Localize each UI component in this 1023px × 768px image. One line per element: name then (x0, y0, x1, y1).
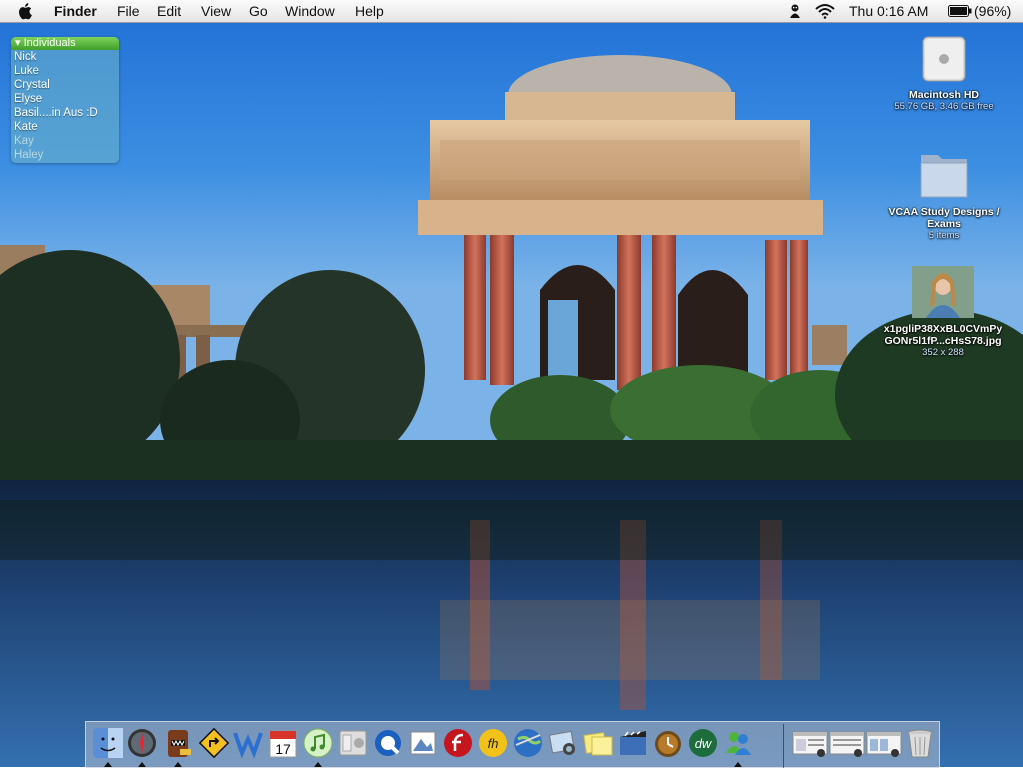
buddy-item[interactable]: Basil....in Aus :D (11, 106, 119, 120)
apple-menu-icon[interactable] (18, 2, 34, 20)
desktop-icon-macintosh-hd[interactable]: Macintosh HD 55.76 GB, 3.46 GB free (880, 34, 1008, 113)
road-sign-icon[interactable] (198, 727, 230, 759)
menu-go[interactable]: Go (249, 2, 268, 20)
running-indicator (174, 762, 182, 767)
google-earth-icon[interactable] (512, 727, 544, 759)
system-preferences-icon[interactable] (337, 727, 369, 759)
desktop-icon-vcaa-folder[interactable]: VCAA Study Designs / Exams 5 items (878, 147, 1010, 242)
messenger-icon[interactable] (722, 727, 754, 759)
stickies-icon[interactable] (582, 727, 614, 759)
running-indicator (138, 762, 146, 767)
domo-icon[interactable] (162, 727, 194, 759)
svg-text:17: 17 (275, 741, 291, 757)
desktop-icon-label-line2: GONr5l1fP...cHsS78.jpg (884, 335, 1002, 347)
desktop-icon-info: 5 items (928, 230, 960, 241)
menu-clock[interactable]: Thu 0:16 AM (849, 2, 928, 20)
imovie-icon[interactable] (617, 727, 649, 759)
freehand-icon[interactable]: fh (477, 727, 509, 759)
battery-percent[interactable]: (96%) (974, 2, 1011, 20)
desktop-icon-info: 352 x 288 (922, 347, 964, 358)
buddy-group-header[interactable]: ▾ Individuals (11, 37, 119, 50)
ical-icon[interactable]: 17 (267, 727, 299, 759)
finder-icon[interactable] (92, 727, 124, 759)
trash-icon[interactable] (904, 727, 936, 759)
menu-help[interactable]: Help (355, 2, 384, 20)
desktop-icon-photo-file[interactable]: x1pgliP38XxBL0CVmPy GONr5l1fP...cHsS78.j… (873, 266, 1013, 359)
dock-separator (783, 724, 784, 768)
menu-window[interactable]: Window (285, 2, 335, 20)
desktop-icon-label: x1pgliP38XxBL0CVmPy (883, 323, 1003, 335)
dock: 17 fh dw (85, 721, 940, 768)
buddy-item[interactable]: Nick (11, 50, 119, 64)
battery-icon[interactable] (948, 5, 972, 17)
word-icon[interactable] (232, 727, 264, 759)
menu-bar: Finder File Edit View Go Window Help Thu… (0, 0, 1023, 23)
menu-app-name[interactable]: Finder (54, 2, 97, 20)
buddy-item-idle[interactable]: Haley (11, 148, 119, 162)
running-indicator (314, 762, 322, 767)
reminder-icon[interactable] (652, 727, 684, 759)
folder-icon[interactable] (918, 147, 970, 201)
minimized-window-icon[interactable] (866, 727, 902, 759)
buddy-item[interactable]: Kate (11, 120, 119, 134)
quicktime-icon[interactable] (372, 727, 404, 759)
buddy-group-label: Individuals (23, 37, 76, 49)
running-indicator (734, 762, 742, 767)
buddy-item[interactable]: Luke (11, 64, 119, 78)
flash-icon[interactable] (442, 727, 474, 759)
desktop-icon-label: Macintosh HD (908, 89, 979, 101)
itunes-icon[interactable] (302, 727, 334, 759)
svg-text:fh: fh (488, 736, 499, 751)
minimized-window-icon[interactable] (792, 727, 828, 759)
dreamweaver-icon[interactable]: dw (687, 727, 719, 759)
running-indicator (104, 762, 112, 767)
buddy-list-panel: ▾ Individuals Nick Luke Crystal Elyse Ba… (11, 37, 119, 163)
minimized-window-icon[interactable] (829, 727, 865, 759)
menu-extra-character-icon[interactable] (787, 3, 803, 19)
preview-icon[interactable] (407, 727, 439, 759)
hard-drive-icon[interactable] (919, 34, 969, 84)
desktop-icon-info: 55.76 GB, 3.46 GB free (894, 101, 994, 112)
buddy-item-idle[interactable]: Kay (11, 134, 119, 148)
svg-text:dw: dw (695, 736, 713, 751)
menu-view[interactable]: View (201, 2, 231, 20)
buddy-item[interactable]: Elyse (11, 92, 119, 106)
menu-file[interactable]: File (117, 2, 140, 20)
desktop-icon-label-line2: Exams (927, 218, 961, 230)
wifi-icon[interactable] (815, 3, 835, 19)
desktop-icon-label: VCAA Study Designs / (888, 206, 1000, 218)
dashboard-icon[interactable] (126, 727, 158, 759)
iphoto-icon[interactable] (547, 727, 579, 759)
menu-edit[interactable]: Edit (157, 2, 181, 20)
disclosure-triangle-icon[interactable]: ▾ (15, 37, 21, 49)
buddy-item[interactable]: Crystal (11, 78, 119, 92)
photo-thumbnail-icon[interactable] (912, 266, 974, 318)
desktop-wallpaper (0, 0, 1023, 767)
